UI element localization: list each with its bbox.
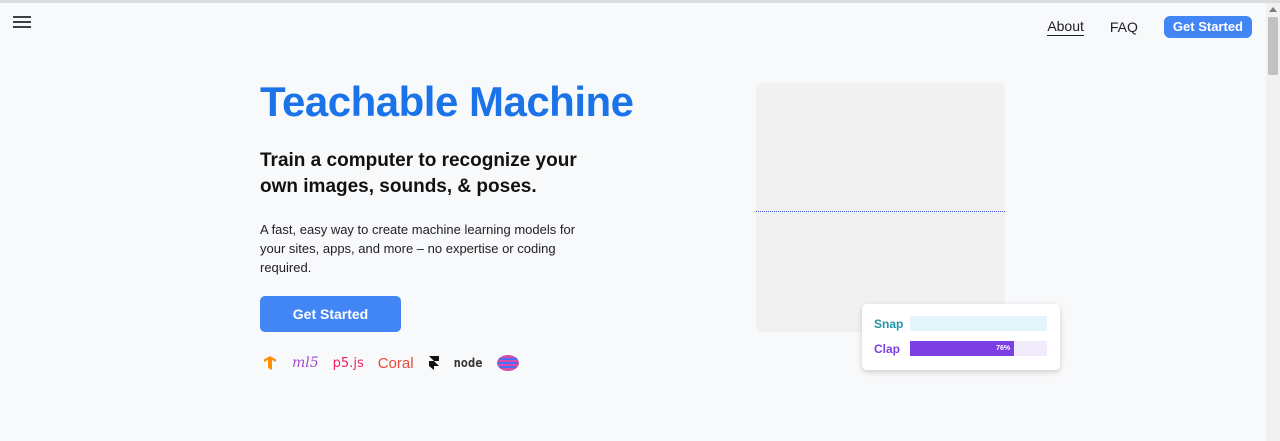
p5js-logo: p5.js: [332, 355, 364, 371]
nav-link-about[interactable]: About: [1047, 18, 1084, 36]
demo-input-panel: [756, 83, 1005, 332]
nav-get-started-button[interactable]: Get Started: [1163, 16, 1252, 38]
confidence-bar-clap: 76%: [910, 341, 1015, 356]
page-scrollbar[interactable]: [1266, 3, 1280, 441]
page-title: Teachable Machine: [260, 78, 634, 125]
scroll-up-icon[interactable]: [1269, 7, 1277, 12]
scrollbar-thumb[interactable]: [1268, 17, 1278, 75]
hero-description: A fast, easy way to create machine learn…: [260, 222, 576, 275]
prediction-card: Snap Clap 76%: [862, 304, 1060, 370]
hero-get-started-button[interactable]: Get Started: [260, 296, 401, 332]
class-label-snap: Snap: [874, 316, 904, 331]
confidence-track-clap: 76%: [910, 341, 1047, 356]
window-top-border: [0, 0, 1280, 3]
hero-subtitle: Train a computer to recognize your own i…: [260, 150, 577, 197]
ml5-logo: ml5: [292, 355, 319, 371]
hamburger-menu-icon[interactable]: [12, 16, 32, 34]
glitch-logo-icon: [496, 354, 520, 372]
prediction-row-snap: Snap: [874, 316, 1047, 331]
coral-logo: Coral: [377, 354, 414, 372]
partner-logos: ml5 p5.js Coral node: [262, 352, 534, 374]
top-nav: About FAQ Get Started: [1047, 16, 1252, 38]
confidence-value-clap: 76%: [996, 345, 1011, 352]
prediction-row-clap: Clap 76%: [874, 341, 1047, 356]
confidence-track-snap: [910, 316, 1047, 331]
hero-section: Teachable Machine Train a computer to re…: [260, 78, 680, 277]
tensorflow-logo-icon: [262, 355, 278, 371]
nodejs-logo: node: [453, 356, 483, 370]
class-label-clap: Clap: [874, 341, 901, 356]
framer-logo-icon: [428, 355, 440, 371]
nav-link-faq[interactable]: FAQ: [1110, 19, 1138, 35]
audio-waveform: [756, 211, 1005, 213]
